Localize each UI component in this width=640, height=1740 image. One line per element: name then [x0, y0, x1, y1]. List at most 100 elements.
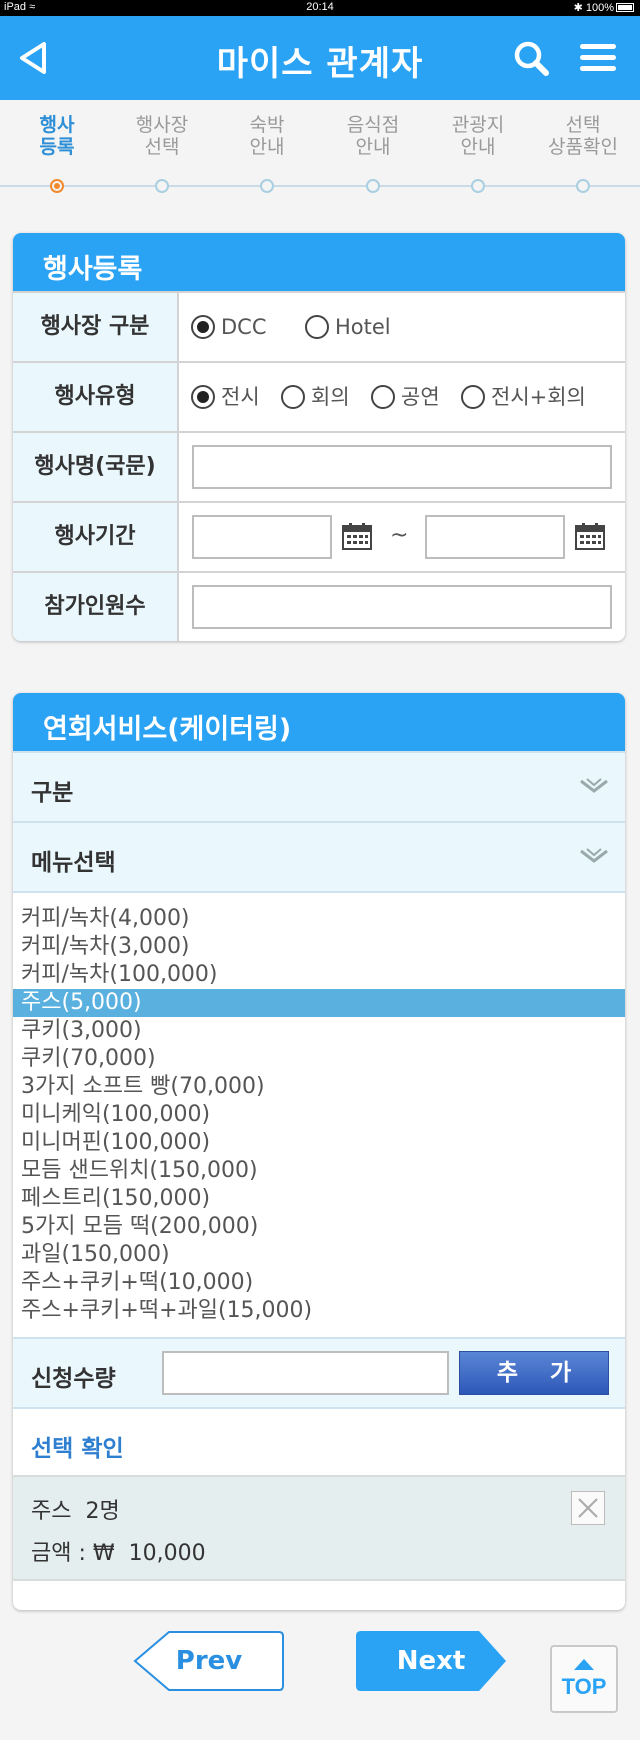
menu-option[interactable]: 5가지 모듬 떡(200,000)	[13, 1213, 625, 1241]
menu-button[interactable]	[576, 38, 620, 78]
menu-option[interactable]: 과일(150,000)	[13, 1241, 625, 1269]
step-progress: 행사 등록 행사장 선택 숙박 안내 음식점 안내 관광지 안내 선택 상품확인	[0, 100, 640, 198]
event-registration-panel: 행사등록 행사장 구분 DCC Hotel 행사유형 전시 회의 공연 전시+회…	[13, 233, 625, 641]
scroll-top-button[interactable]: TOP	[550, 1645, 618, 1713]
radio-unchecked-icon	[371, 385, 395, 409]
menu-label: 메뉴선택	[31, 850, 116, 876]
menu-option[interactable]: 커피/녹차(3,000)	[13, 933, 625, 961]
menu-option[interactable]: 주스(5,000)	[13, 989, 625, 1017]
step-dot	[471, 179, 485, 193]
chevron-down-icon	[580, 848, 608, 863]
selected-item: 주스 2명 금액 : ₩ 10,000	[13, 1475, 625, 1581]
clock: 20:14	[306, 1, 334, 13]
quantity-input[interactable]	[162, 1351, 449, 1395]
catering-panel: 연회서비스(케이터링) 구분 메뉴선택 커피/녹차(4,000) 커피/녹차(3,…	[13, 693, 625, 1610]
menu-option[interactable]: 커피/녹차(100,000)	[13, 961, 625, 989]
menu-option[interactable]: 쿠키(70,000)	[13, 1045, 625, 1073]
battery-icon	[616, 3, 634, 12]
remove-item-button[interactable]	[571, 1491, 605, 1525]
menu-option[interactable]: 미니케익(100,000)	[13, 1101, 625, 1129]
chevron-down-icon	[580, 778, 608, 793]
step-label-line2: 안내	[460, 136, 496, 158]
calendar-icon[interactable]	[575, 522, 605, 550]
hamburger-menu-icon	[580, 44, 616, 71]
menu-option[interactable]: 주스+쿠키+떡+과일(15,000)	[13, 1297, 625, 1325]
event-type-row: 행사유형 전시 회의 공연 전시+회의	[13, 361, 625, 431]
step-dot	[576, 179, 590, 193]
radio-unchecked-icon	[461, 385, 485, 409]
battery-indicator: ✱ 100%	[574, 1, 634, 14]
step-label-line1: 행사	[39, 114, 75, 136]
selected-item-name: 주스 2명	[31, 1499, 120, 1524]
radio-checked-icon	[191, 385, 215, 409]
top-label: TOP	[561, 1674, 607, 1699]
panel-title: 연회서비스(케이터링)	[13, 693, 625, 751]
venue-type-row: 행사장 구분 DCC Hotel	[13, 291, 625, 361]
step-label-line1: 관광지	[451, 114, 505, 136]
step-dot	[260, 179, 274, 193]
category-label: 구분	[31, 780, 74, 806]
event-name-input[interactable]	[192, 445, 612, 489]
step-label-line1: 음식점	[346, 114, 400, 136]
radio-performance[interactable]: 공연	[371, 383, 440, 411]
quantity-label: 신청수량	[31, 1366, 116, 1392]
start-date-input[interactable]	[192, 515, 332, 559]
menu-option[interactable]: 모듬 샌드위치(150,000)	[13, 1157, 625, 1185]
participants-input[interactable]	[192, 585, 612, 629]
step-item-4[interactable]: 음식점 안내	[320, 114, 426, 158]
menu-option[interactable]: 커피/녹차(4,000)	[13, 905, 625, 933]
radio-dcc[interactable]: DCC	[191, 313, 267, 341]
radio-hotel[interactable]: Hotel	[305, 313, 391, 341]
radio-exhibition[interactable]: 전시	[191, 383, 260, 411]
quantity-row: 신청수량 추 가	[13, 1337, 625, 1409]
menu-option[interactable]: 3가지 소프트 빵(70,000)	[13, 1073, 625, 1101]
status-bar: iPad ︎≈ 20:14 ✱ 100%	[0, 0, 640, 16]
event-type-label: 행사유형	[13, 363, 179, 431]
date-separator: ~	[390, 523, 409, 548]
step-line	[0, 185, 640, 187]
step-item-6[interactable]: 선택 상품확인	[530, 114, 636, 158]
step-label-line1: 선택	[565, 114, 601, 136]
radio-unchecked-icon	[305, 315, 329, 339]
calendar-icon[interactable]	[342, 522, 372, 550]
menu-listbox[interactable]: 커피/녹차(4,000) 커피/녹차(3,000) 커피/녹차(100,000) 주스…	[13, 891, 625, 1337]
step-label-line2: 선택	[144, 136, 180, 158]
end-date-input[interactable]	[425, 515, 565, 559]
selection-confirm-title: 선택 확인	[31, 1436, 124, 1462]
event-period-row: 행사기간 ~	[13, 501, 625, 571]
menu-select[interactable]: 메뉴선택	[13, 821, 625, 891]
step-dot	[50, 179, 64, 193]
close-icon	[578, 1498, 598, 1518]
prev-button[interactable]: Prev	[133, 1630, 285, 1692]
step-item-5[interactable]: 관광지 안내	[425, 114, 531, 158]
step-label-line2: 안내	[249, 136, 285, 158]
add-button[interactable]: 추 가	[459, 1351, 609, 1395]
category-select[interactable]: 구분	[13, 751, 625, 821]
prev-label: Prev	[175, 1646, 243, 1676]
participants-label: 참가인원수	[13, 573, 179, 641]
step-dot	[366, 179, 380, 193]
menu-option[interactable]: 쿠키(3,000)	[13, 1017, 625, 1045]
search-icon	[514, 41, 549, 76]
radio-checked-icon	[191, 315, 215, 339]
step-label-line1: 행사장	[135, 114, 189, 136]
radio-conference[interactable]: 회의	[281, 383, 350, 411]
event-name-label: 행사명(국문)	[13, 433, 179, 501]
panel-title: 행사등록	[13, 233, 625, 291]
step-label-line2: 등록	[39, 136, 75, 158]
step-item-3[interactable]: 숙박 안내	[214, 114, 320, 158]
up-arrow-icon	[574, 1659, 594, 1670]
step-item-1[interactable]: 행사 등록	[4, 114, 110, 158]
radio-exhibition-conference[interactable]: 전시+회의	[461, 383, 586, 411]
event-period-label: 행사기간	[13, 503, 179, 571]
step-label-line2: 상품확인	[548, 136, 618, 158]
menu-option[interactable]: 미니머핀(100,000)	[13, 1129, 625, 1157]
menu-option[interactable]: 페스트리(150,000)	[13, 1185, 625, 1213]
step-item-2[interactable]: 행사장 선택	[109, 114, 215, 158]
next-button[interactable]: Next	[355, 1630, 507, 1692]
radio-unchecked-icon	[281, 385, 305, 409]
step-label-line1: 숙박	[249, 114, 285, 136]
step-label-line2: 안내	[355, 136, 391, 158]
menu-option[interactable]: 주스+쿠키+떡(10,000)	[13, 1269, 625, 1297]
search-button[interactable]	[510, 38, 554, 78]
